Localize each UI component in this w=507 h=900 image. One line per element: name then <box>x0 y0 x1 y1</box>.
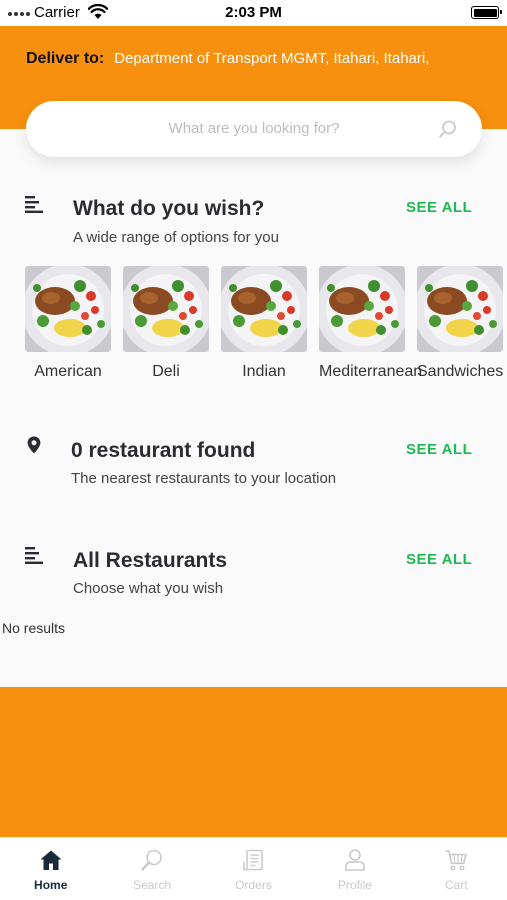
search-icon <box>141 849 162 871</box>
category-item[interactable]: Sandwiches <box>417 266 503 381</box>
category-label: American <box>34 363 102 380</box>
see-all-nearby-button[interactable]: SEE ALL <box>406 441 472 458</box>
footer-banner <box>0 687 507 837</box>
tab-search[interactable]: Search <box>101 838 202 900</box>
category-image <box>417 266 503 352</box>
deliver-label: Deliver to: <box>26 50 105 67</box>
tab-home[interactable]: Home <box>0 838 101 900</box>
deliver-location[interactable]: Deliver to: Department of Transport MGMT,… <box>26 50 496 68</box>
status-bar: Carrier 2:03 PM <box>0 0 507 26</box>
food-plate-image <box>123 266 209 352</box>
location-pin-icon <box>27 436 41 454</box>
category-image <box>221 266 307 352</box>
section-title-all: All Restaurants <box>73 549 228 572</box>
category-label: Deli <box>152 363 180 380</box>
category-image <box>319 266 405 352</box>
category-label: Sandwiches <box>417 363 504 380</box>
section-subtitle-nearby: The nearest restaurants to your location <box>71 470 337 487</box>
tab-profile[interactable]: Profile <box>304 838 405 900</box>
deliver-address[interactable]: Department of Transport MGMT, Itahari, I… <box>114 50 429 67</box>
section-title-nearby: 0 restaurant found <box>71 439 256 462</box>
category-item[interactable]: Mediterranean <box>319 266 423 381</box>
category-item[interactable]: Deli <box>123 266 209 381</box>
category-carousel[interactable]: American Deli Indian Mediterranean Sandw… <box>25 266 507 386</box>
category-image <box>123 266 209 352</box>
cart-icon <box>445 850 468 871</box>
search-bar[interactable]: What are you looking for? <box>26 101 482 157</box>
food-plate-image <box>221 266 307 352</box>
category-image <box>25 266 111 352</box>
food-plate-image <box>417 266 503 352</box>
tab-label: Home <box>34 878 68 892</box>
section-subtitle-all: Choose what you wish <box>73 580 224 597</box>
battery-icon <box>471 6 502 19</box>
tab-label: Profile <box>337 878 372 892</box>
category-item[interactable]: American <box>25 266 111 381</box>
category-label: Mediterranean <box>319 363 423 380</box>
tab-orders[interactable]: Orders <box>203 838 304 900</box>
list-icon <box>25 196 43 213</box>
tab-label: Orders <box>235 878 272 892</box>
receipt-icon <box>242 849 263 871</box>
tab-cart[interactable]: Cart <box>406 838 507 900</box>
section-subtitle-wish: A wide range of options for you <box>73 229 279 246</box>
tab-label: Search <box>133 878 172 892</box>
empty-state-text: No results <box>2 620 66 636</box>
food-plate-image <box>25 266 111 352</box>
category-label: Indian <box>242 363 286 380</box>
search-icon[interactable] <box>438 119 458 139</box>
home-icon <box>40 850 62 870</box>
user-icon <box>345 849 365 871</box>
food-plate-image <box>319 266 405 352</box>
bottom-tab-bar: Home Search Orders Profile Cart <box>0 837 507 900</box>
search-input[interactable]: What are you looking for? <box>26 120 482 137</box>
see-all-restaurants-button[interactable]: SEE ALL <box>406 551 472 568</box>
category-item[interactable]: Indian <box>221 266 307 381</box>
see-all-categories-button[interactable]: SEE ALL <box>406 199 472 216</box>
section-title-wish: What do you wish? <box>73 197 265 220</box>
list-icon <box>25 547 43 564</box>
tab-label: Cart <box>444 878 468 892</box>
status-time: 2:03 PM <box>225 4 282 21</box>
